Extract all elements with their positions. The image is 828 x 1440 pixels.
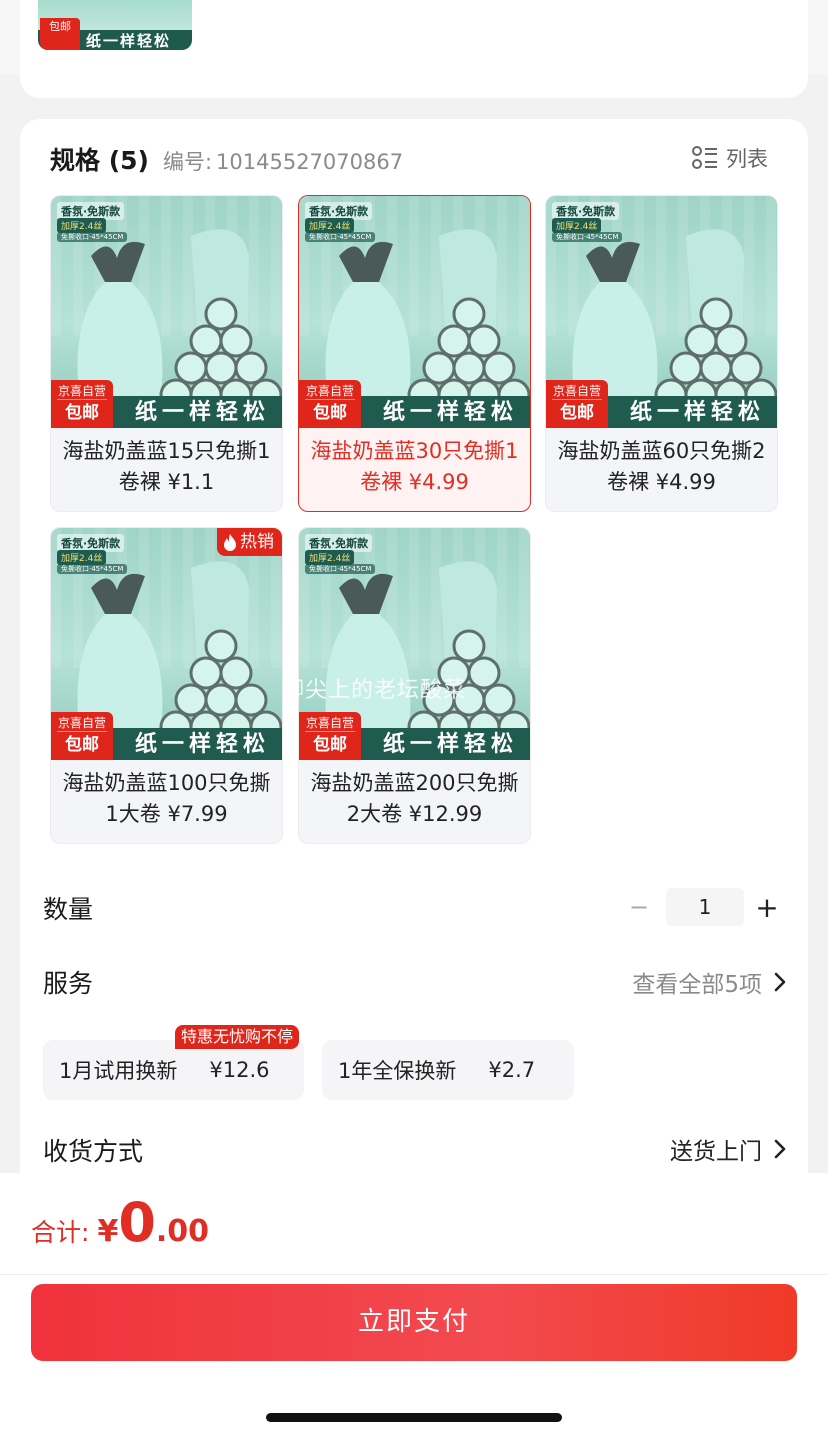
product-variant-name: 海盐奶盖蓝30只免撕1卷裸 ¥4.99 — [310, 439, 519, 494]
list-view-toggle[interactable]: 列表 — [692, 143, 768, 173]
total-integer: 0 — [118, 1191, 156, 1254]
service-promo-badge: 特惠无忧购不停 — [175, 1025, 300, 1049]
image-tag-thickness: 加厚2.4丝 — [57, 550, 107, 565]
image-banner-text: 纸一样轻松 — [382, 400, 518, 425]
image-tag-size: 免撕收口·45*45CM — [57, 232, 128, 242]
divider — [0, 1274, 828, 1275]
list-toggle-label: 列表 — [726, 147, 768, 171]
image-tag-thickness: 加厚2.4丝 — [305, 550, 355, 565]
jd-self-operated-badge: 京喜自营 包邮 — [546, 380, 608, 428]
product-image: 香氛·免斯款 加厚2.4丝 免撕收口·45*45CM 纸一样轻松 京喜自营 包邮 — [51, 528, 282, 760]
image-tag-thickness: 加厚2.4丝 — [552, 218, 602, 233]
hot-sale-badge: 热销 — [217, 528, 282, 556]
delivery-label: 收货方式 — [43, 1137, 144, 1166]
thumbnail-free-shipping-badge: 包邮 — [40, 18, 80, 50]
service-option-price: ¥2.7 — [488, 1058, 536, 1082]
badge-self-operated-text: 京喜自营 — [57, 380, 107, 400]
badge-self-operated-text: 京喜自营 — [305, 380, 355, 400]
total-decimal: .00 — [155, 1214, 210, 1249]
service-view-all-link[interactable]: 查看全部5项 — [632, 965, 786, 999]
product-image: 香氛·免斯款 加厚2.4丝 免撕收口·45*45CM 纸一样轻松 京喜自营 包邮 — [299, 528, 530, 760]
total-currency: ¥ — [97, 1214, 119, 1249]
total-label: 合计: — [31, 1218, 90, 1247]
spec-card: 规格 (5) 编号: 10145527070867 列表 香氛·免斯款 加厚2.… — [20, 119, 808, 1199]
pay-now-button[interactable]: 立即支付 — [31, 1284, 797, 1361]
image-banner-text: 纸一样轻松 — [134, 732, 270, 757]
hot-sale-text: 热销 — [240, 532, 274, 552]
product-variant-tile[interactable]: 香氛·免斯款 加厚2.4丝 免撕收口·45*45CM 纸一样轻松 京喜自营 包邮… — [545, 195, 778, 512]
badge-self-operated-text: 京喜自营 — [57, 712, 107, 732]
image-tag-thickness: 加厚2.4丝 — [57, 218, 107, 233]
quantity-decrease-button[interactable]: − — [626, 893, 652, 921]
service-option-name: 1年全保换新 — [338, 1059, 457, 1083]
product-image: 香氛·免斯款 加厚2.4丝 免撕收口·45*45CM 纸一样轻松 京喜自营 包邮 — [546, 196, 777, 428]
quantity-input[interactable]: 1 — [666, 888, 744, 926]
spec-title: 规格 (5) — [50, 146, 149, 175]
product-variant-tile[interactable]: 香氛·免斯款 加厚2.4丝 免撕收口·45*45CM 纸一样轻松 京喜自营 包邮… — [298, 195, 531, 512]
jd-self-operated-badge: 京喜自营 包邮 — [299, 712, 361, 760]
image-banner-text: 纸一样轻松 — [134, 400, 270, 425]
image-tag-size: 免撕收口·45*45CM — [552, 232, 623, 242]
service-option-price: ¥12.6 — [209, 1058, 270, 1082]
list-icon — [692, 146, 717, 169]
image-tag-thickness: 加厚2.4丝 — [305, 218, 355, 233]
badge-free-shipping-text: 包邮 — [65, 403, 99, 423]
jd-self-operated-badge: 京喜自营 包邮 — [51, 712, 113, 760]
jd-self-operated-badge: 京喜自营 包邮 — [299, 380, 361, 428]
delivery-method-value: 送货上门 — [670, 1139, 762, 1165]
spec-header: 规格 (5) 编号: 10145527070867 — [50, 141, 403, 175]
checkout-bar: 合计: ¥ 0 .00 立即支付 — [0, 1173, 828, 1440]
watermark-text: 脚尖上的老坛酸菜 — [282, 678, 467, 703]
image-tag-size: 免撕收口·45*45CM — [305, 232, 376, 242]
quantity-label: 数量 — [43, 895, 94, 924]
product-variant-name: 海盐奶盖蓝60只免撕2卷裸 ¥4.99 — [557, 439, 766, 494]
quantity-increase-button[interactable]: + — [752, 891, 782, 924]
product-variant-name: 海盐奶盖蓝100只免撕1大卷 ¥7.99 — [62, 771, 271, 826]
badge-free-shipping-text: 包邮 — [560, 403, 594, 423]
product-variant-name: 海盐奶盖蓝200只免撕2大卷 ¥12.99 — [310, 771, 519, 826]
service-option-trial[interactable]: 1月试用换新 ¥12.6 — [43, 1040, 304, 1100]
chevron-right-icon — [774, 972, 786, 992]
quantity-stepper: − 1 + — [626, 888, 782, 926]
image-tag-size: 免撕收口·45*45CM — [305, 564, 376, 574]
delivery-method-link[interactable]: 送货上门 — [670, 1132, 786, 1166]
service-option-warranty[interactable]: 1年全保换新 ¥2.7 — [322, 1040, 574, 1100]
header-product-thumbnail: 包邮 纸一样轻松 — [38, 0, 192, 50]
service-label: 服务 — [43, 969, 94, 998]
badge-self-operated-text: 京喜自营 — [552, 380, 602, 400]
spec-code-label: 编号: — [162, 150, 213, 174]
badge-free-shipping-text: 包邮 — [313, 735, 347, 755]
product-variant-tile[interactable]: 香氛·免斯款 加厚2.4丝 免撕收口·45*45CM 纸一样轻松 京喜自营 包邮… — [50, 195, 283, 512]
flame-icon — [224, 534, 236, 551]
image-tag-size: 免撕收口·45*45CM — [57, 564, 128, 574]
product-image: 香氛·免斯款 加厚2.4丝 免撕收口·45*45CM 纸一样轻松 京喜自营 包邮 — [299, 196, 530, 428]
spec-code: 10145527070867 — [216, 150, 404, 174]
service-option-name: 1月试用换新 — [59, 1059, 178, 1083]
service-view-all-text: 查看全部5项 — [632, 972, 762, 998]
home-indicator — [266, 1413, 562, 1422]
order-total: 合计: ¥ 0 .00 — [31, 1191, 209, 1254]
thumbnail-banner-text: 纸一样轻松 — [86, 32, 172, 50]
badge-self-operated-text: 京喜自营 — [305, 712, 355, 732]
product-variant-tile[interactable]: 香氛·免斯款 加厚2.4丝 免撕收口·45*45CM 纸一样轻松 京喜自营 包邮… — [50, 527, 283, 844]
product-variant-name: 海盐奶盖蓝15只免撕1卷裸 ¥1.1 — [62, 439, 271, 494]
chevron-right-icon — [774, 1139, 786, 1159]
badge-free-shipping-text: 包邮 — [65, 735, 99, 755]
image-banner-text: 纸一样轻松 — [629, 400, 765, 425]
jd-self-operated-badge: 京喜自营 包邮 — [51, 380, 113, 428]
image-banner-text: 纸一样轻松 — [382, 732, 518, 757]
product-image: 香氛·免斯款 加厚2.4丝 免撕收口·45*45CM 纸一样轻松 京喜自营 包邮 — [51, 196, 282, 428]
badge-free-shipping-text: 包邮 — [313, 403, 347, 423]
